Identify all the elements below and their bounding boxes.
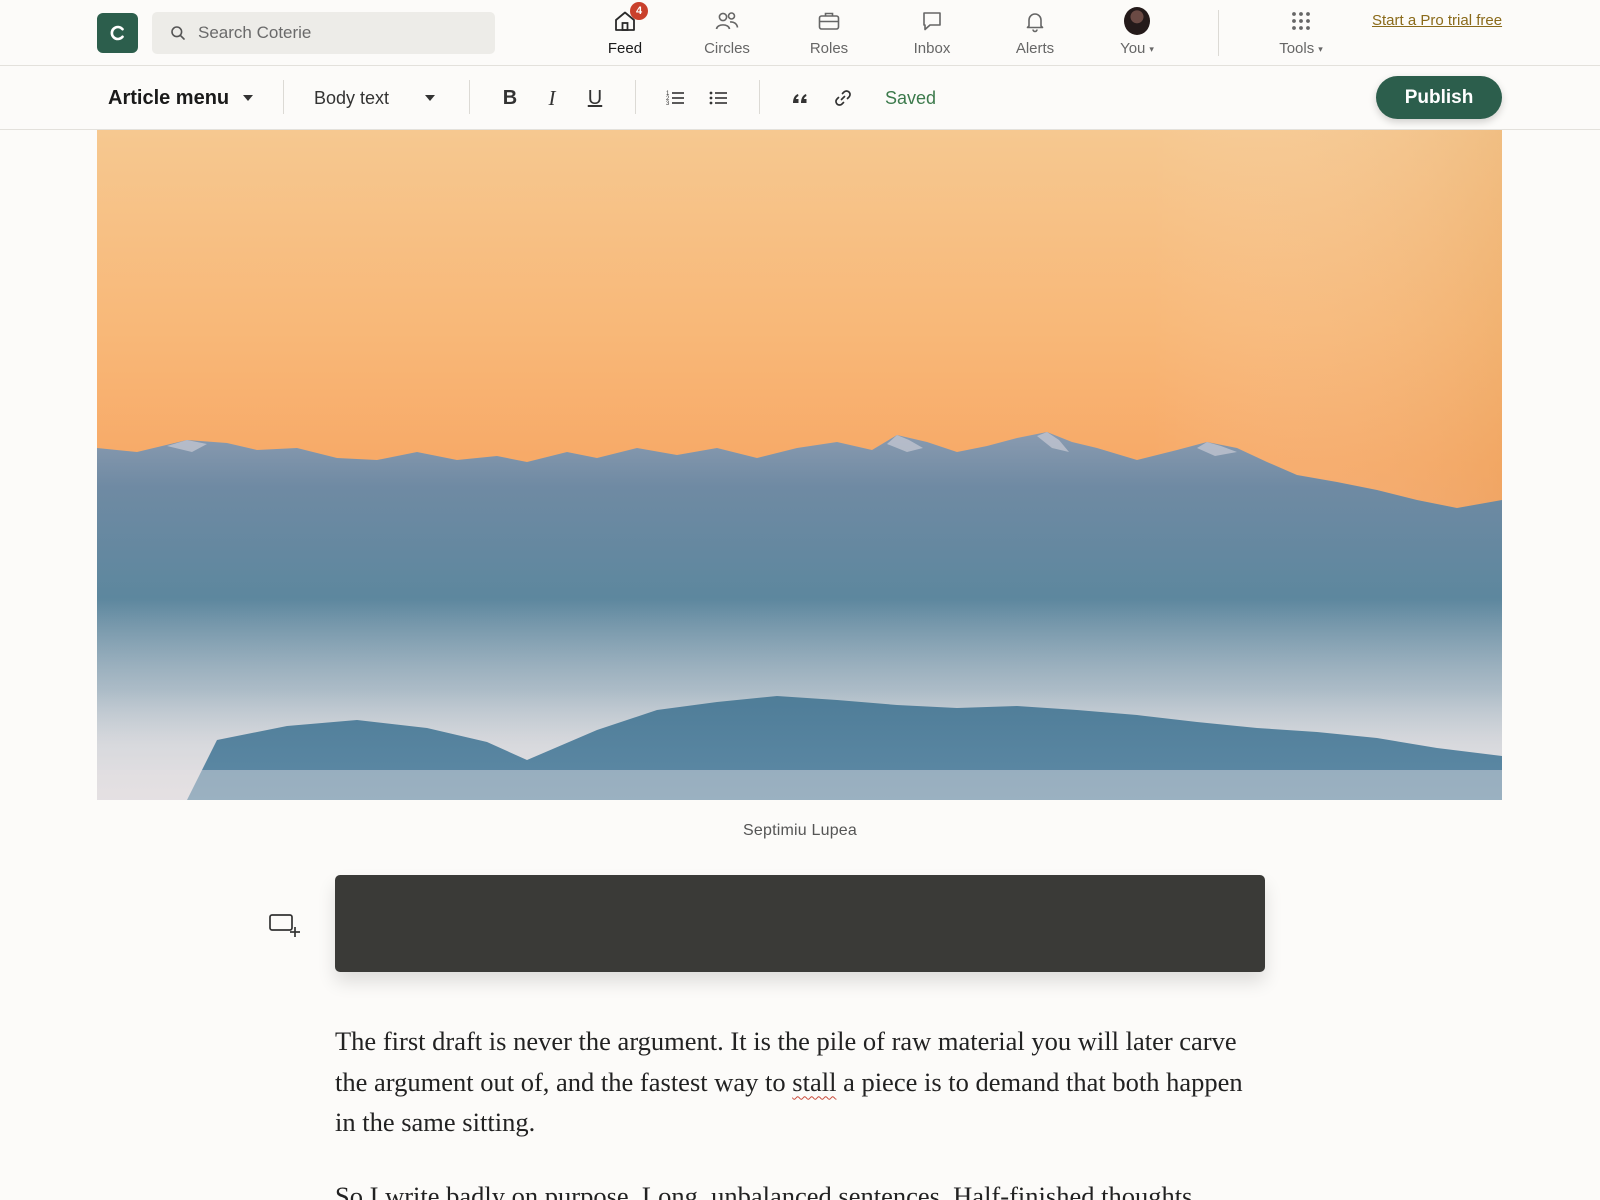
avatar (1124, 7, 1150, 35)
logo-c-glyph (110, 25, 124, 41)
add-image-icon (269, 914, 300, 937)
toolbar-divider (635, 80, 636, 114)
bell-icon (1022, 8, 1048, 34)
nav-roles-label: Roles (809, 40, 849, 57)
people-icon (714, 8, 740, 34)
home-icon: 4 (612, 2, 648, 34)
link-icon (835, 90, 851, 106)
toolbar-divider (469, 80, 470, 114)
numbered-list-icon: 1 2 3 (666, 91, 684, 107)
text-style-label: Body text (314, 87, 390, 108)
text-style-dropdown[interactable]: Body text (314, 66, 436, 130)
avatar-wrap (1124, 7, 1150, 35)
quote-icon (793, 94, 807, 103)
italic-button[interactable]: I (536, 82, 568, 114)
cover-image[interactable] (97, 130, 1502, 800)
link-button[interactable] (827, 82, 859, 114)
paragraph-1[interactable]: The first draft is never the argument. I… (335, 1021, 1265, 1143)
chevron-down-icon: ▾ (1318, 43, 1323, 54)
numbered-list-button[interactable]: 1 2 3 (660, 82, 692, 114)
chat-icon (919, 8, 945, 34)
nav-circles-label: Circles (704, 40, 750, 57)
nav-inbox-label: Inbox (913, 40, 951, 57)
coterie-logo[interactable] (97, 13, 138, 53)
nav-tools[interactable]: Tools ▾ (1258, 8, 1344, 66)
nav-feed-label: Feed (607, 40, 643, 57)
article-menu-label: Article menu (108, 86, 230, 109)
title-input[interactable] (335, 875, 1265, 972)
nav-alerts-label: Alerts (1015, 40, 1055, 57)
bullet-list-icon (709, 91, 727, 105)
add-media-button[interactable] (268, 912, 300, 940)
underline-button[interactable]: U (579, 82, 611, 114)
quote-button[interactable] (784, 82, 816, 114)
nav-you[interactable]: You ▾ (1094, 7, 1180, 66)
spellcheck-flagged-word[interactable]: stall (792, 1067, 836, 1097)
nav-divider (1218, 10, 1219, 56)
toolbar-divider (283, 80, 284, 114)
publish-button[interactable]: Publish (1376, 76, 1502, 119)
article-menu-dropdown[interactable]: Article menu (108, 66, 254, 130)
nav-circles[interactable]: Circles (684, 8, 770, 66)
search-icon (171, 26, 185, 40)
caret-down-icon (243, 95, 254, 101)
nav-tools-text: Tools (1279, 40, 1315, 57)
editor-toolbar: Article menu Body text B I U 1 2 3 Saved… (0, 66, 1600, 130)
toolbar-divider (759, 80, 760, 114)
grid-icon (1288, 8, 1314, 34)
caret-down-icon (425, 95, 436, 101)
nav-roles[interactable]: Roles (786, 8, 872, 66)
feed-notification-badge: 4 (630, 2, 648, 20)
nav-you-text: You (1120, 40, 1146, 57)
paragraph-2[interactable]: So I write badly on purpose. Long, unbal… (335, 1176, 1265, 1200)
save-status: Saved (885, 87, 937, 108)
search-input[interactable] (198, 23, 488, 43)
nav-feed[interactable]: 4 Feed (582, 2, 668, 74)
search-box[interactable] (152, 12, 495, 54)
nav-alerts[interactable]: Alerts (992, 8, 1078, 66)
bold-button[interactable]: B (494, 82, 526, 114)
nav-you-label: You ▾ (1120, 40, 1154, 57)
bullet-list-button[interactable] (703, 82, 735, 114)
pro-trial-link[interactable]: Start a Pro trial free (1372, 10, 1512, 32)
top-navigation: 4 Feed Circles Roles (0, 0, 1600, 74)
mountain-sunset-photo (97, 130, 1502, 800)
image-credit: Septimiu Lupea (743, 822, 857, 839)
chevron-down-icon: ▾ (1149, 43, 1154, 54)
briefcase-icon (816, 8, 842, 34)
nav-inbox[interactable]: Inbox (889, 8, 975, 66)
svg-text:3: 3 (666, 101, 670, 107)
nav-tools-label: Tools ▾ (1279, 40, 1323, 57)
